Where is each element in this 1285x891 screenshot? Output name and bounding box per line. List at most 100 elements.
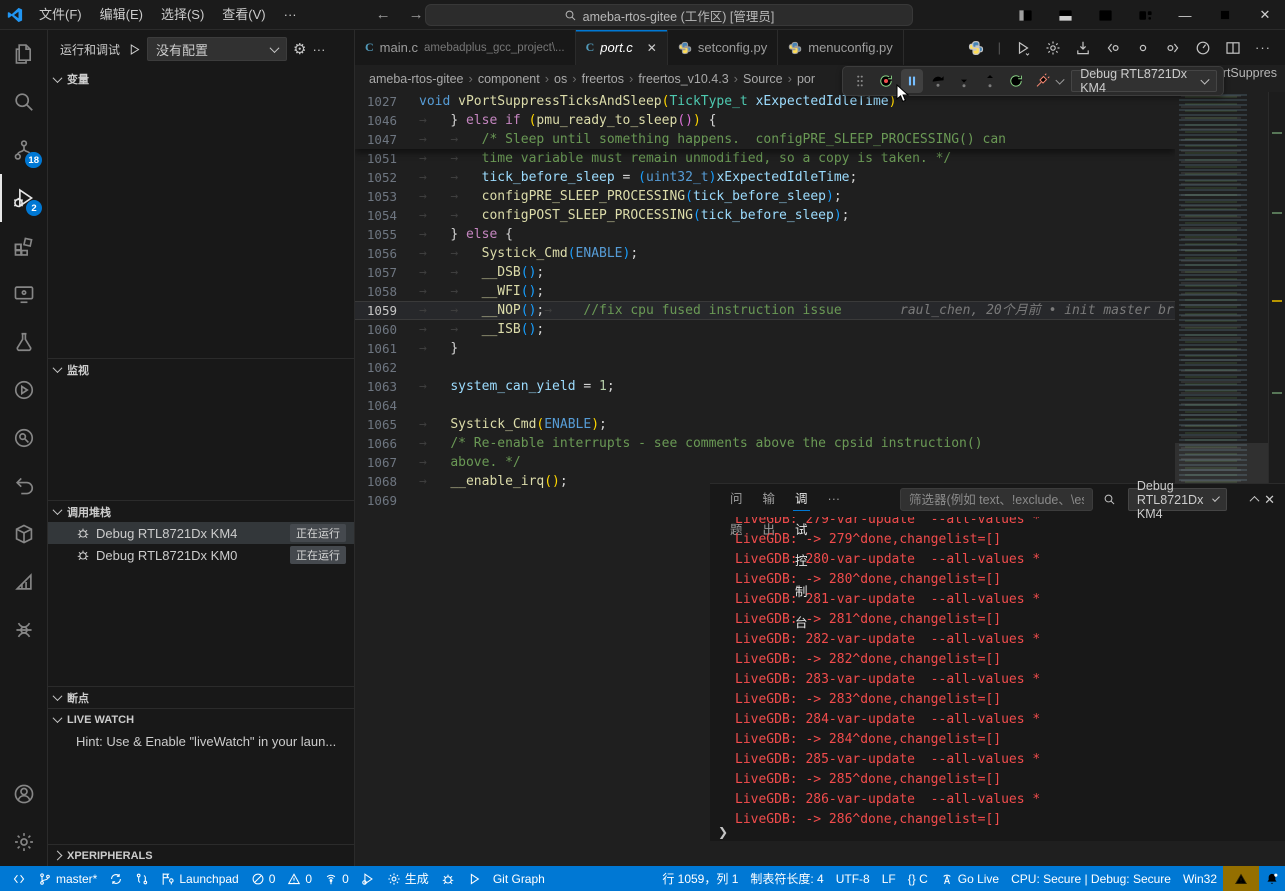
status--c[interactable]: {} C <box>902 866 934 891</box>
section-breakpoints[interactable]: 断点 <box>48 686 354 708</box>
activity-account-icon[interactable] <box>0 770 48 818</box>
code-line[interactable]: 1051→ → time variable must remain unmodi… <box>355 149 1175 168</box>
code-line[interactable]: 1056→ → Systick_Cmd(ENABLE); <box>355 244 1175 263</box>
console-filter-input[interactable] <box>900 488 1093 511</box>
clear-console-icon[interactable] <box>1231 488 1245 512</box>
profile-icon[interactable] <box>1195 40 1211 56</box>
status-broadcast-icon[interactable]: 0 <box>318 866 355 891</box>
call-stack-session[interactable]: Debug RTL8721Dx KM4正在运行 <box>48 522 354 544</box>
status-branch-icon[interactable]: master* <box>32 866 103 891</box>
code-line[interactable]: 1059→ → __NOP();→ //fix cpu fused instru… <box>355 301 1175 320</box>
activity-settings-gear-icon[interactable] <box>0 818 48 866</box>
toggle-sidebar-icon[interactable] <box>1005 0 1045 30</box>
code-line[interactable]: 1055→ } else { <box>355 225 1175 244</box>
code-line[interactable]: 1060→ → __ISB(); <box>355 320 1175 339</box>
activity-extensions-icon[interactable] <box>0 222 48 270</box>
code-line[interactable]: 1062 <box>355 358 1175 377</box>
code-line[interactable]: 1053→ → configPRE_SLEEP_PROCESSING(tick_… <box>355 187 1175 206</box>
code-line[interactable]: 1057→ → __DSB(); <box>355 263 1175 282</box>
activity-testing-icon[interactable] <box>0 318 48 366</box>
status-warning-icon[interactable]: 0 <box>281 866 318 891</box>
command-center-search[interactable]: ameba-rtos-gitee (工作区) [管理员] <box>425 4 913 26</box>
more-actions-icon[interactable]: ··· <box>1255 40 1271 55</box>
chevron-down-icon[interactable] <box>1056 75 1065 84</box>
breadcrumb-item[interactable]: freertos <box>582 72 624 86</box>
minimap[interactable] <box>1175 92 1268 508</box>
breadcrumb-item[interactable]: os <box>554 72 567 86</box>
drag-handle-icon[interactable] <box>849 69 871 93</box>
status-launchpad-icon[interactable]: Launchpad <box>155 866 244 891</box>
call-stack-session[interactable]: Debug RTL8721Dx KM0正在运行 <box>48 544 354 566</box>
debug-config-dropdown[interactable]: 没有配置 <box>147 37 287 61</box>
code-line[interactable]: 1046→ } else if (pmu_ready_to_sleep()) { <box>355 111 1175 130</box>
activity-circle-inspect-icon[interactable] <box>0 414 48 462</box>
debug-session-dropdown[interactable]: Debug RTL8721Dx KM4 <box>1071 70 1217 92</box>
code-line[interactable]: 1065→ Systick_Cmd(ENABLE); <box>355 415 1175 434</box>
step-out-icon[interactable] <box>979 69 1001 93</box>
status-error-icon[interactable]: 0 <box>245 866 282 891</box>
tab-menuconfig-py[interactable]: menuconfig.py <box>778 30 904 65</box>
status-行-1059-列-1[interactable]: 行 1059，列 1 <box>656 866 744 891</box>
close-icon[interactable]: ✕ <box>1245 0 1285 30</box>
menu-s[interactable]: 选择(S) <box>152 4 213 26</box>
more-actions-icon[interactable]: ··· <box>312 42 325 57</box>
toggle-secondary-sidebar-icon[interactable] <box>1085 0 1125 30</box>
code-line[interactable]: 1061→ } <box>355 339 1175 358</box>
maximize-panel-icon[interactable] <box>1249 488 1260 512</box>
warning-status-badge[interactable] <box>1223 866 1259 891</box>
bell-icon[interactable] <box>1259 866 1285 891</box>
panel-tab-···[interactable]: ··· <box>818 484 851 515</box>
activity-remote-explorer-icon[interactable] <box>0 270 48 318</box>
status-utf-8[interactable]: UTF-8 <box>830 866 876 891</box>
debug-console-output[interactable]: LiveGDB: 279-var-update --all-values *Li… <box>710 517 1285 827</box>
status-play-icon[interactable] <box>461 866 487 891</box>
status-gear-icon[interactable]: 生成 <box>381 866 435 891</box>
panel-tab-调试控制台[interactable]: 调试控制台 <box>785 484 818 515</box>
minimize-icon[interactable]: — <box>1165 0 1205 30</box>
status-bug-icon[interactable] <box>435 866 461 891</box>
customize-layout-icon[interactable] <box>1125 0 1165 30</box>
run-python-dropdown-icon[interactable] <box>1015 40 1031 56</box>
status-go-live[interactable]: Go Live <box>934 866 1005 891</box>
maximize-icon[interactable] <box>1205 0 1245 30</box>
flash-download-icon[interactable] <box>1075 40 1091 56</box>
tab-main-c[interactable]: Cmain.camebadplus_gcc_project\... <box>355 30 576 65</box>
close-tab-icon[interactable]: ✕ <box>647 41 657 55</box>
section-watch[interactable]: 监视 <box>48 358 354 380</box>
activity-undo-arrow-icon[interactable] <box>0 462 48 510</box>
code-editor[interactable]: 1027void vPortSuppressTicksAndSleep(Tick… <box>355 92 1175 508</box>
section-live-watch[interactable]: LIVE WATCH <box>48 708 354 730</box>
breadcrumb-item[interactable]: por <box>797 72 815 86</box>
activity-set-square-icon[interactable] <box>0 558 48 606</box>
nav-forward-icon[interactable]: → <box>409 6 424 23</box>
code-line[interactable]: 1067→ above. */ <box>355 453 1175 472</box>
status-sync-icon[interactable] <box>103 866 129 891</box>
status-win32[interactable]: Win32 <box>1177 866 1223 891</box>
section-call-stack[interactable]: 调用堆栈 <box>48 500 354 522</box>
activity-run-debug-icon[interactable]: 2 <box>0 174 48 222</box>
status-remote-icon[interactable] <box>6 866 32 891</box>
reset-device-icon[interactable] <box>875 69 897 93</box>
tab-port-c[interactable]: Cport.c✕ <box>576 30 668 65</box>
panel-tab-输出[interactable]: 输出 <box>753 484 786 515</box>
section-variables[interactable]: 变量 <box>48 68 354 90</box>
activity-package-icon[interactable] <box>0 510 48 558</box>
disconnect-icon[interactable] <box>1031 69 1053 93</box>
breadcrumb-item[interactable]: Source <box>743 72 783 86</box>
status-branch-compare-icon[interactable] <box>129 866 155 891</box>
restart-icon[interactable] <box>1005 69 1027 93</box>
breadcrumb-item[interactable]: component <box>478 72 540 86</box>
console-session-dropdown[interactable]: Debug RTL8721Dx KM4 <box>1128 488 1227 511</box>
overview-ruler[interactable] <box>1268 92 1285 508</box>
panel-tab-问题[interactable]: 问题 <box>720 484 753 515</box>
menu-f[interactable]: 文件(F) <box>30 4 91 26</box>
code-line[interactable]: 1058→ → __WFI(); <box>355 282 1175 301</box>
section-xperipherals[interactable]: XPERIPHERALS <box>48 844 354 866</box>
toggle-panel-icon[interactable] <box>1045 0 1085 30</box>
activity-search-icon[interactable] <box>0 78 48 126</box>
activity-tool-misc-icon[interactable] <box>0 606 48 654</box>
reverse-continue-icon[interactable] <box>1105 40 1121 56</box>
forward-continue-icon[interactable] <box>1165 40 1181 56</box>
status-制表符长度-4[interactable]: 制表符长度: 4 <box>744 866 829 891</box>
activity-circle-play-icon[interactable] <box>0 366 48 414</box>
